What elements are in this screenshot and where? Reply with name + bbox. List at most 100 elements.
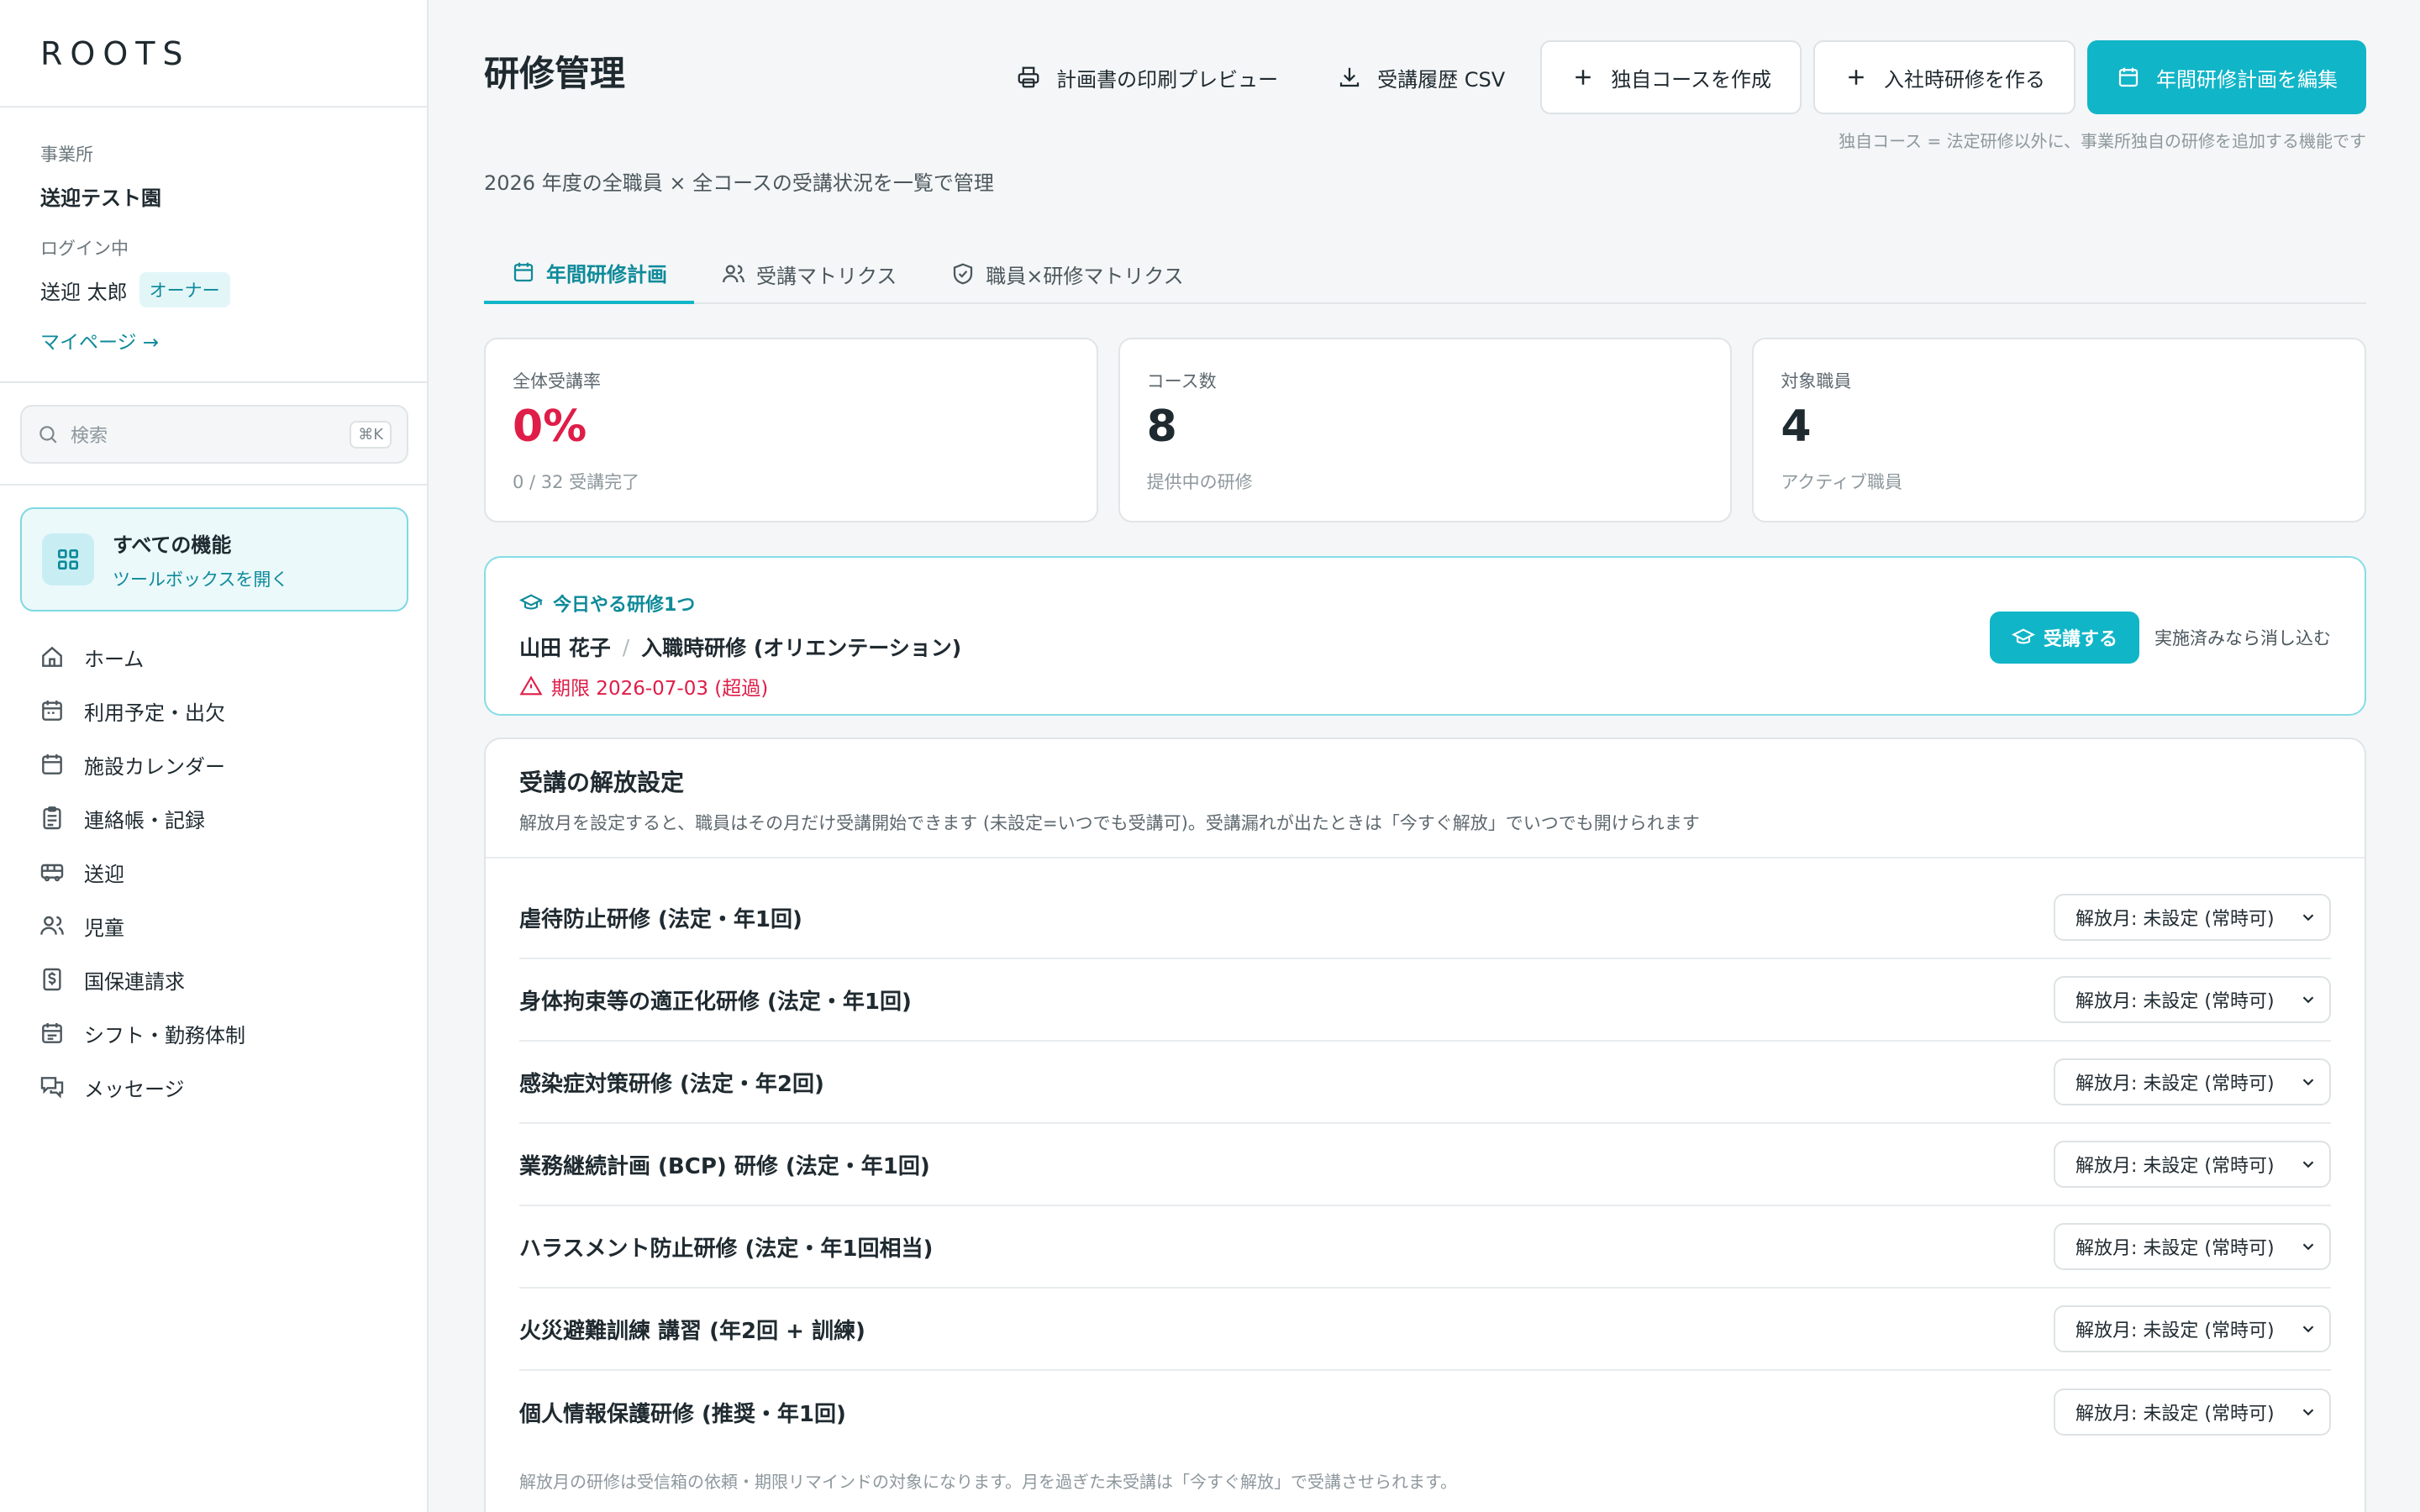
grid-icon	[42, 533, 94, 585]
page-title: 研修管理	[484, 53, 626, 94]
mypage-link[interactable]: マイページ →	[40, 326, 159, 354]
stat-value: 0%	[513, 402, 587, 452]
stat-label: 全体受講率	[513, 371, 601, 391]
plus-icon	[1844, 65, 1884, 90]
export-csv-label: 受講履歴 CSV	[1377, 67, 1506, 92]
clipboard-icon	[39, 805, 84, 832]
today-deadline-label: 期限 2026-07-03 (超過)	[551, 678, 769, 700]
chevron-down-icon	[2299, 1320, 2317, 1338]
shield-check-icon	[950, 261, 986, 286]
app-logo[interactable]: ROOTS	[40, 35, 191, 72]
release-settings-card: 受講の解放設定 解放月を設定すると、職員はその月だけ受講開始できます (未設定=…	[484, 738, 2366, 1512]
sidebar-item-transport[interactable]: 送迎	[20, 845, 408, 899]
print-preview-label: 計画書の印刷プレビュー	[1056, 67, 1279, 92]
release-title: 受講の解放設定	[519, 769, 685, 796]
sidebar: ROOTS 事業所 送迎テスト園 ログイン中 送迎 太郎 オーナー マイページ …	[0, 0, 429, 1512]
course-row: 虐待防止研修 (法定・年1回) 解放月: 未設定 (常時可)	[519, 877, 2331, 959]
stat-sub: アクティブ職員	[1781, 472, 1903, 492]
course-name: 感染症対策研修 (法定・年2回)	[519, 1071, 824, 1097]
sidebar-nav: ホーム 利用予定・出欠 施設カレンダー 連絡帳・記録 送迎 児童 国保連請求 シ…	[20, 630, 408, 1114]
create-onboarding-button[interactable]: 入社時研修を作る	[1813, 40, 2075, 114]
all-features-title: すべての機能	[113, 533, 232, 557]
current-user: 送迎 太郎 オーナー	[40, 272, 230, 307]
stat-label: コース数	[1146, 371, 1217, 391]
search-placeholder: 検索	[71, 426, 108, 447]
stat-value: 4	[1781, 402, 1812, 452]
course-name: 虐待防止研修 (法定・年1回)	[519, 906, 802, 932]
sidebar-item-billing[interactable]: 国保連請求	[20, 953, 408, 1006]
today-course: 入職時研修 (オリエンテーション)	[641, 636, 962, 660]
release-month-value: 解放月: 未設定 (常時可)	[2075, 1404, 2275, 1425]
course-name: 個人情報保護研修 (推奨・年1回)	[519, 1401, 846, 1427]
toolbar: 計画書の印刷プレビュー 受講履歴 CSV 独自コースを作成 入社時研修を作る 年…	[992, 40, 2366, 114]
users-icon	[721, 261, 756, 286]
course-row: 感染症対策研修 (法定・年2回) 解放月: 未設定 (常時可)	[519, 1042, 2331, 1124]
stat-sub: 0 / 32 受講完了	[513, 472, 640, 492]
role-badge: オーナー	[139, 272, 230, 307]
release-month-select[interactable]: 解放月: 未設定 (常時可)	[2054, 1305, 2331, 1352]
release-month-select[interactable]: 解放月: 未設定 (常時可)	[2054, 1389, 2331, 1436]
sidebar-item-shift[interactable]: シフト・勤務体制	[20, 1006, 408, 1060]
print-preview-button[interactable]: 計画書の印刷プレビュー	[992, 40, 1302, 114]
calendar-icon	[2116, 65, 2156, 90]
take-training-button[interactable]: 受講する	[1989, 612, 2139, 664]
chevron-down-icon	[2299, 990, 2317, 1009]
messages-icon	[39, 1074, 84, 1100]
all-features-button[interactable]: すべての機能 ツールボックスを開く	[20, 507, 408, 612]
tab-attendance-matrix[interactable]: 受講マトリクス	[694, 244, 923, 304]
warning-icon	[519, 675, 551, 698]
sidebar-item-home[interactable]: ホーム	[20, 630, 408, 684]
export-csv-button[interactable]: 受講履歴 CSV	[1313, 40, 1528, 114]
sidebar-item-label: 利用予定・出欠	[84, 701, 225, 725]
today-staff: 山田 花子	[519, 636, 611, 660]
chevron-down-icon	[2299, 908, 2317, 927]
stat-sub: 提供中の研修	[1146, 472, 1253, 492]
printer-icon	[1016, 65, 1056, 90]
home-icon	[39, 643, 84, 670]
edit-annual-plan-button[interactable]: 年間研修計画を編集	[2087, 40, 2366, 114]
release-month-value: 解放月: 未設定 (常時可)	[2075, 991, 2275, 1012]
release-month-select[interactable]: 解放月: 未設定 (常時可)	[2054, 1058, 2331, 1105]
mark-done-link[interactable]: 実施済みなら消し込む	[2154, 625, 2331, 650]
release-month-select[interactable]: 解放月: 未設定 (常時可)	[2054, 1141, 2331, 1188]
plus-icon	[1570, 65, 1611, 90]
dollar-doc-icon	[39, 966, 84, 993]
all-features-sub: ツールボックスを開く	[113, 569, 289, 590]
release-month-value: 解放月: 未設定 (常時可)	[2075, 1320, 2275, 1341]
sidebar-item-label: 児童	[84, 916, 124, 940]
sidebar-item-children[interactable]: 児童	[20, 899, 408, 953]
stat-label: 対象職員	[1781, 371, 1852, 391]
release-month-select[interactable]: 解放月: 未設定 (常時可)	[2054, 894, 2331, 941]
tab-label: 職員×研修マトリクス	[986, 264, 1184, 288]
create-custom-course-label: 独自コースを作成	[1611, 67, 1771, 92]
release-header: 受講の解放設定 解放月を設定すると、職員はその月だけ受講開始できます (未設定=…	[486, 739, 2365, 858]
chevron-down-icon	[2299, 1403, 2317, 1421]
today-training-card: 今日やる研修1つ 山田 花子 / 入職時研修 (オリエンテーション) 期限 20…	[484, 556, 2366, 716]
sidebar-item-messages[interactable]: メッセージ	[20, 1060, 408, 1114]
course-row: 身体拘束等の適正化研修 (法定・年1回) 解放月: 未設定 (常時可)	[519, 959, 2331, 1042]
stat-card-course-count: コース数 8 提供中の研修	[1118, 338, 1733, 522]
sidebar-item-attendance[interactable]: 利用予定・出欠	[20, 684, 408, 738]
tab-staff-matrix[interactable]: 職員×研修マトリクス	[923, 244, 1210, 304]
take-training-label: 受講する	[2043, 629, 2118, 650]
sidebar-item-label: 送迎	[84, 862, 124, 886]
release-month-select[interactable]: 解放月: 未設定 (常時可)	[2054, 976, 2331, 1023]
users-icon	[39, 912, 84, 939]
course-row: 業務継続計画 (BCP) 研修 (法定・年1回) 解放月: 未設定 (常時可)	[519, 1124, 2331, 1206]
release-month-select[interactable]: 解放月: 未設定 (常時可)	[2054, 1223, 2331, 1270]
chevron-down-icon	[2299, 1237, 2317, 1256]
release-month-value: 解放月: 未設定 (常時可)	[2075, 909, 2275, 930]
sidebar-item-label: 施設カレンダー	[84, 754, 225, 779]
create-custom-course-button[interactable]: 独自コースを作成	[1540, 40, 1802, 114]
search-input[interactable]: 検索 ⌘K	[20, 405, 408, 464]
sidebar-item-label: 国保連請求	[84, 969, 185, 994]
sidebar-item-records[interactable]: 連絡帳・記録	[20, 791, 408, 845]
divider	[0, 484, 427, 486]
divider	[0, 381, 427, 383]
divider	[0, 106, 427, 108]
sidebar-item-facility-calendar[interactable]: 施設カレンダー	[20, 738, 408, 791]
release-month-value: 解放月: 未設定 (常時可)	[2075, 1156, 2275, 1177]
release-note: 解放月の研修は受信箱の依頼・期限リマインドの対象になります。月を過ぎた未受講は「…	[519, 1472, 1457, 1492]
tab-annual-plan[interactable]: 年間研修計画	[484, 244, 694, 304]
tab-label: 年間研修計画	[546, 262, 667, 286]
